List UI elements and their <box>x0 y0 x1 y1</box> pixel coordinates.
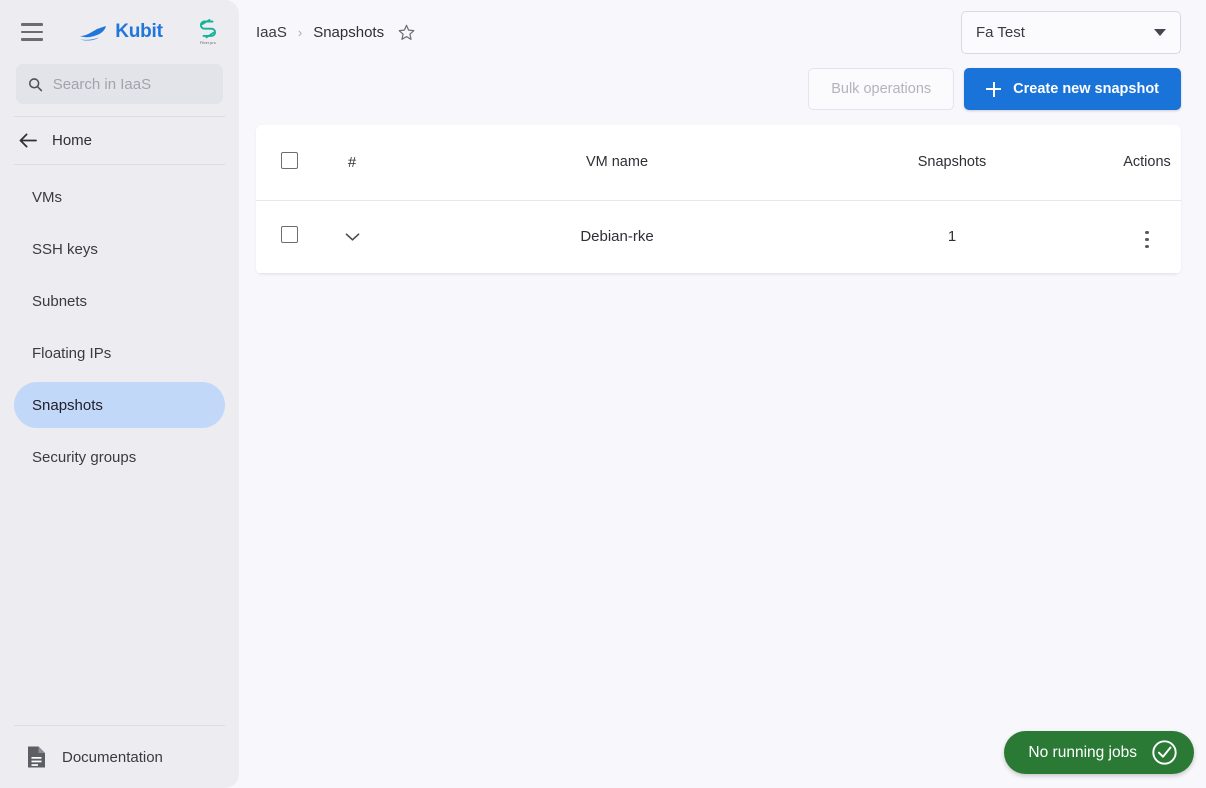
sidebar-item-home-label: Home <box>52 132 93 149</box>
table-row[interactable]: Debian-rke 1 <box>256 200 1181 273</box>
check-circle-icon <box>1152 740 1177 765</box>
kebab-menu-icon[interactable] <box>1137 227 1157 253</box>
status-badge[interactable]: No running jobs <box>1004 731 1194 774</box>
sidebar-item-snapshots-label: Snapshots <box>32 396 103 414</box>
sidebar-item-security-groups[interactable]: Security groups <box>14 434 225 480</box>
table-header-number: # <box>322 125 382 200</box>
brand-name: Kubit <box>115 21 163 42</box>
sidebar-item-security-groups-label: Security groups <box>32 448 137 466</box>
sidebar-item-home[interactable]: Home <box>0 117 239 164</box>
breadcrumb-separator: › <box>297 24 303 40</box>
sidebar-header: Kubit Fiber.pro <box>0 0 239 64</box>
corp-logo[interactable]: Fiber.pro <box>191 13 225 51</box>
table-header-select-all <box>256 125 322 200</box>
status-badge-label: No running jobs <box>1028 743 1137 761</box>
s-mark-icon <box>199 19 217 39</box>
table-header-number-label: # <box>347 153 357 171</box>
row-actions-cell <box>1052 200 1181 273</box>
hamburger-menu-icon[interactable] <box>14 14 50 50</box>
arrow-left-icon <box>19 133 37 148</box>
project-select-value: Fa Test <box>976 23 1025 41</box>
search-container <box>0 64 239 104</box>
chevron-down-icon <box>1154 28 1166 36</box>
breadcrumb-item-snapshots[interactable]: Snapshots <box>313 24 384 41</box>
sidebar-item-documentation[interactable]: Documentation <box>0 726 239 788</box>
row-expand-cell <box>322 200 382 273</box>
sidebar-nav: VMs SSH keys Subnets Floating IPs Snapsh… <box>0 165 239 486</box>
star-outline-icon[interactable] <box>398 24 415 41</box>
create-new-snapshot-button[interactable]: Create new snapshot <box>964 68 1181 110</box>
row-vm-name: Debian-rke <box>580 228 654 245</box>
sidebar-item-floating-ips[interactable]: Floating IPs <box>14 330 225 376</box>
table-header-snapshots: Snapshots <box>917 154 987 171</box>
sidebar-item-subnets[interactable]: Subnets <box>14 278 225 324</box>
brand-logo[interactable]: Kubit <box>50 21 191 43</box>
corp-logo-subtitle: Fiber.pro <box>200 40 216 46</box>
topbar: IaaS › Snapshots Fa Test <box>239 0 1206 64</box>
project-select[interactable]: Fa Test <box>961 10 1181 54</box>
search-icon <box>29 77 43 91</box>
breadcrumb-item-iaas[interactable]: IaaS <box>256 24 287 41</box>
table-body: Debian-rke 1 <box>256 200 1181 273</box>
search-input[interactable] <box>52 75 211 93</box>
sidebar-footer: Documentation <box>0 725 239 788</box>
table-head: # VM name Snapshots Actions <box>256 125 1181 200</box>
breadcrumb: IaaS › Snapshots <box>256 24 415 41</box>
create-new-snapshot-label: Create new snapshot <box>1013 81 1159 97</box>
checkbox-unchecked-icon[interactable] <box>280 226 298 243</box>
row-select-cell <box>256 200 322 273</box>
boat-logo-icon <box>78 25 107 41</box>
sidebar: Kubit Fiber.pro Search in IaaS Home VMs … <box>0 0 239 788</box>
sidebar-item-ssh-keys-label: SSH keys <box>32 240 98 258</box>
chevron-down-icon[interactable] <box>341 228 364 246</box>
plus-icon <box>986 81 1002 97</box>
sidebar-item-floating-ips-label: Floating IPs <box>32 344 112 362</box>
bulk-operations-button[interactable]: Bulk operations <box>808 68 955 110</box>
sidebar-item-ssh-keys[interactable]: SSH keys <box>14 226 225 272</box>
sidebar-item-documentation-label: Documentation <box>62 748 163 766</box>
snapshots-table-card: # VM name Snapshots Actions Debian-rke 1 <box>256 125 1181 274</box>
toolbar: Bulk operations Create new snapshot <box>239 64 1206 114</box>
snapshots-table: # VM name Snapshots Actions Debian-rke 1 <box>256 125 1181 274</box>
main-content: IaaS › Snapshots Fa Test Bulk operations… <box>239 0 1206 788</box>
table-header-actions: Actions <box>1123 154 1171 171</box>
table-header-vm-name: VM name <box>585 154 649 171</box>
search-box[interactable] <box>16 64 223 104</box>
sidebar-item-vms-label: VMs <box>32 188 62 206</box>
sidebar-item-subnets-label: Subnets <box>32 292 88 310</box>
sidebar-item-snapshots[interactable]: Snapshots <box>14 382 225 428</box>
table-header-row: # VM name Snapshots Actions <box>256 125 1181 200</box>
document-icon <box>28 746 45 768</box>
checkbox-unchecked-icon[interactable] <box>280 151 298 169</box>
app-root: Kubit Fiber.pro Search in IaaS Home VMs … <box>0 0 1206 788</box>
sidebar-item-vms[interactable]: VMs <box>14 174 225 220</box>
row-snapshots-count: 1 <box>947 228 957 245</box>
